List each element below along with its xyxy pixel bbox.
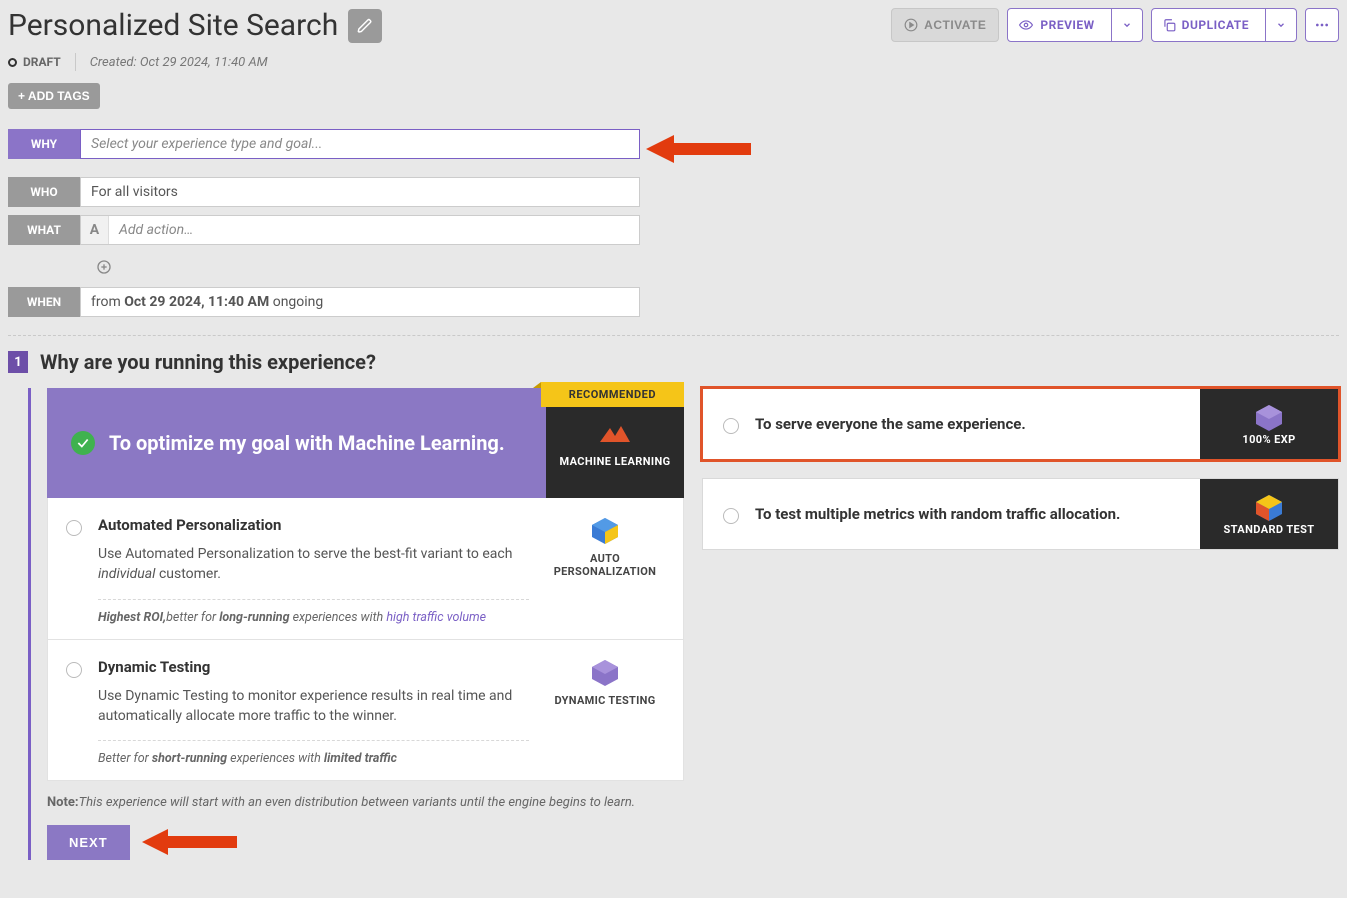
- eye-icon: [1018, 18, 1034, 32]
- pencil-icon: [357, 18, 373, 34]
- test-text: To test multiple metrics with random tra…: [755, 505, 1120, 523]
- preview-dropdown[interactable]: [1111, 9, 1142, 41]
- next-button[interactable]: NEXT: [47, 825, 130, 860]
- more-actions-button[interactable]: [1305, 8, 1339, 42]
- when-field[interactable]: from Oct 29 2024, 11:40 AM ongoing: [80, 287, 640, 317]
- option-card-same-experience[interactable]: To serve everyone the same experience. 1…: [702, 388, 1339, 460]
- chevron-down-icon: [1122, 20, 1132, 30]
- add-tags-button[interactable]: + ADD TAGS: [8, 83, 100, 109]
- preview-button[interactable]: PREVIEW: [1007, 8, 1142, 42]
- option-auto-personalization[interactable]: Automated Personalization Use Automated …: [47, 498, 684, 640]
- dyn-desc: Use Dynamic Testing to monitor experienc…: [98, 686, 529, 727]
- status-text: DRAFT: [23, 55, 61, 69]
- variant-a-badge: A: [81, 216, 109, 244]
- radio-dynamic[interactable]: [66, 662, 82, 678]
- step-number: 1: [8, 351, 28, 373]
- section-divider: [8, 335, 1339, 336]
- auto-desc: Use Automated Personalization to serve t…: [98, 544, 529, 585]
- what-field[interactable]: A Add action…: [80, 215, 640, 245]
- same-text: To serve everyone the same experience.: [755, 415, 1026, 433]
- created-text: Created: Oct 29 2024, 11:40 AM: [90, 55, 268, 70]
- radio-test[interactable]: [723, 508, 739, 524]
- add-variant-button[interactable]: [88, 253, 112, 281]
- auto-footnote: Highest ROI,better for long-running expe…: [98, 599, 529, 625]
- what-label: WHAT: [8, 215, 80, 245]
- cube-icon: [1254, 493, 1284, 523]
- dots-horizontal-icon: [1314, 17, 1330, 33]
- chevron-down-icon: [1276, 20, 1286, 30]
- who-field[interactable]: For all visitors: [80, 177, 640, 207]
- ml-logo-icon: [600, 419, 630, 449]
- note-text: Note:This experience will start with an …: [47, 795, 684, 810]
- check-icon: [71, 431, 95, 455]
- activate-button[interactable]: ACTIVATE: [891, 8, 999, 42]
- copy-icon: [1162, 18, 1176, 32]
- option-dynamic-testing[interactable]: Dynamic Testing Use Dynamic Testing to m…: [47, 640, 684, 782]
- cube-icon: [1254, 403, 1284, 433]
- plus-circle-icon: [96, 259, 112, 275]
- cube-icon: [590, 516, 620, 546]
- play-circle-icon: [904, 18, 918, 32]
- separator: [75, 53, 76, 71]
- step-title: Why are you running this experience?: [40, 350, 376, 374]
- why-field[interactable]: Select your experience type and goal...: [80, 129, 640, 159]
- annotation-arrow-icon: [142, 824, 242, 860]
- auto-title: Automated Personalization: [98, 516, 529, 534]
- recommended-badge: RECOMMENDED: [541, 382, 684, 407]
- radio-auto[interactable]: [66, 520, 82, 536]
- option-ml-headline: To optimize my goal with Machine Learnin…: [109, 431, 505, 455]
- page-title: Personalized Site Search: [8, 8, 338, 43]
- why-label: WHY: [8, 129, 80, 159]
- option-card-ml[interactable]: RECOMMENDED To optimize my goal with Mac…: [47, 388, 684, 781]
- test-side-badge: STANDARD TEST: [1200, 479, 1338, 549]
- duplicate-dropdown[interactable]: [1265, 9, 1296, 41]
- radio-same[interactable]: [723, 418, 739, 434]
- option-card-standard-test[interactable]: To test multiple metrics with random tra…: [702, 478, 1339, 550]
- when-label: WHEN: [8, 287, 80, 317]
- dyn-footnote: Better for short-running experiences wit…: [98, 740, 529, 766]
- dyn-title: Dynamic Testing: [98, 658, 529, 676]
- who-label: WHO: [8, 177, 80, 207]
- same-side-badge: 100% EXP: [1200, 389, 1338, 459]
- cube-icon: [590, 658, 620, 688]
- status-dot-icon: [8, 58, 17, 67]
- duplicate-button[interactable]: DUPLICATE: [1151, 8, 1297, 42]
- annotation-arrow-icon: [646, 129, 756, 169]
- edit-title-button[interactable]: [348, 9, 382, 43]
- status-badge: DRAFT: [8, 55, 61, 69]
